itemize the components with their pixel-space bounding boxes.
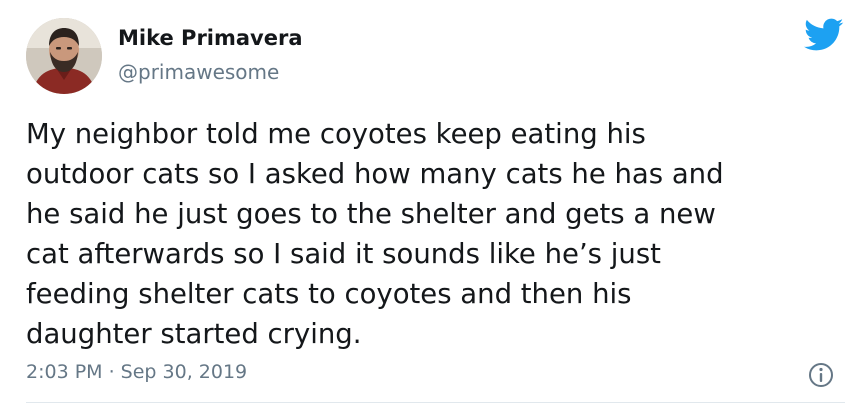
author-display-name[interactable]: Mike Primavera xyxy=(118,26,303,50)
author-handle[interactable]: @primawesome xyxy=(118,60,279,84)
tweet-text: My neighbor told me coyotes keep eating … xyxy=(26,114,846,354)
avatar-image xyxy=(26,18,102,94)
twitter-bird-icon[interactable] xyxy=(804,18,844,52)
info-icon[interactable] xyxy=(806,360,836,390)
avatar[interactable] xyxy=(26,18,102,94)
tweet-text-line: cat afterwards so I said it sounds like … xyxy=(26,238,661,270)
tweet-text-line: he said he just goes to the shelter and … xyxy=(26,198,716,230)
tweet-text-line: feeding shelter cats to coyotes and then… xyxy=(26,278,632,310)
tweet-text-line: My neighbor told me coyotes keep eating … xyxy=(26,118,646,150)
tweet-card: Mike Primavera @primawesome My neighbor … xyxy=(0,0,865,407)
divider xyxy=(26,402,845,403)
tweet-timestamp[interactable]: 2:03 PM · Sep 30, 2019 xyxy=(26,361,247,383)
tweet-text-line: outdoor cats so I asked how many cats he… xyxy=(26,158,724,190)
tweet-text-line: daughter started crying. xyxy=(26,318,362,350)
